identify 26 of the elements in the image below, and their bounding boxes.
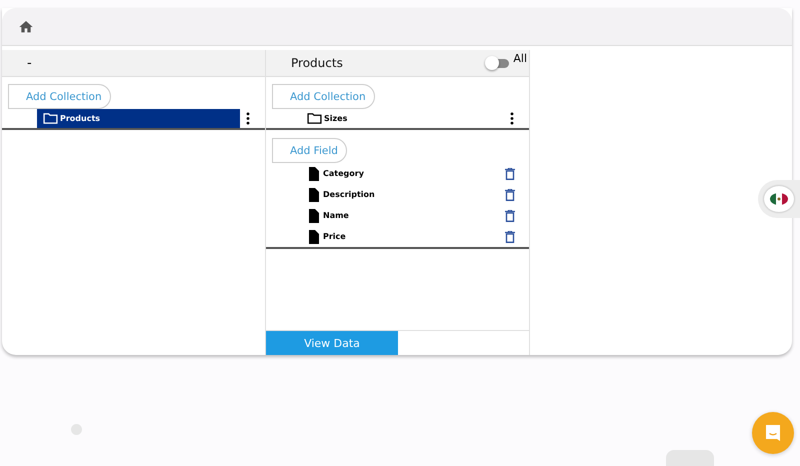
folder-icon bbox=[307, 113, 322, 124]
more-icon[interactable] bbox=[246, 112, 250, 125]
panel-title: - bbox=[27, 56, 32, 70]
folder-icon bbox=[43, 113, 58, 124]
toggle-switch[interactable] bbox=[487, 58, 510, 68]
chat-icon bbox=[763, 423, 783, 443]
trash-icon[interactable] bbox=[505, 168, 515, 180]
language-tab[interactable] bbox=[758, 180, 800, 218]
file-icon bbox=[309, 230, 319, 244]
trash-icon[interactable] bbox=[505, 188, 515, 200]
flag-icon bbox=[764, 186, 794, 212]
collection-item[interactable]: Products bbox=[37, 109, 240, 128]
field-item[interactable]: Name bbox=[323, 211, 349, 220]
file-icon bbox=[309, 188, 319, 202]
field-item[interactable]: Description bbox=[323, 190, 375, 199]
field-item[interactable]: Category bbox=[323, 169, 364, 178]
home-icon[interactable] bbox=[18, 18, 34, 34]
trash-icon[interactable] bbox=[505, 230, 515, 242]
trash-icon[interactable] bbox=[505, 210, 515, 222]
panel-title: Products bbox=[291, 56, 344, 70]
more-icon[interactable] bbox=[510, 112, 514, 125]
file-icon bbox=[309, 166, 319, 180]
collection-item[interactable]: Sizes bbox=[301, 109, 348, 128]
field-item[interactable]: Price bbox=[323, 232, 346, 241]
file-icon bbox=[309, 208, 319, 222]
toggle-label: All bbox=[513, 52, 527, 65]
